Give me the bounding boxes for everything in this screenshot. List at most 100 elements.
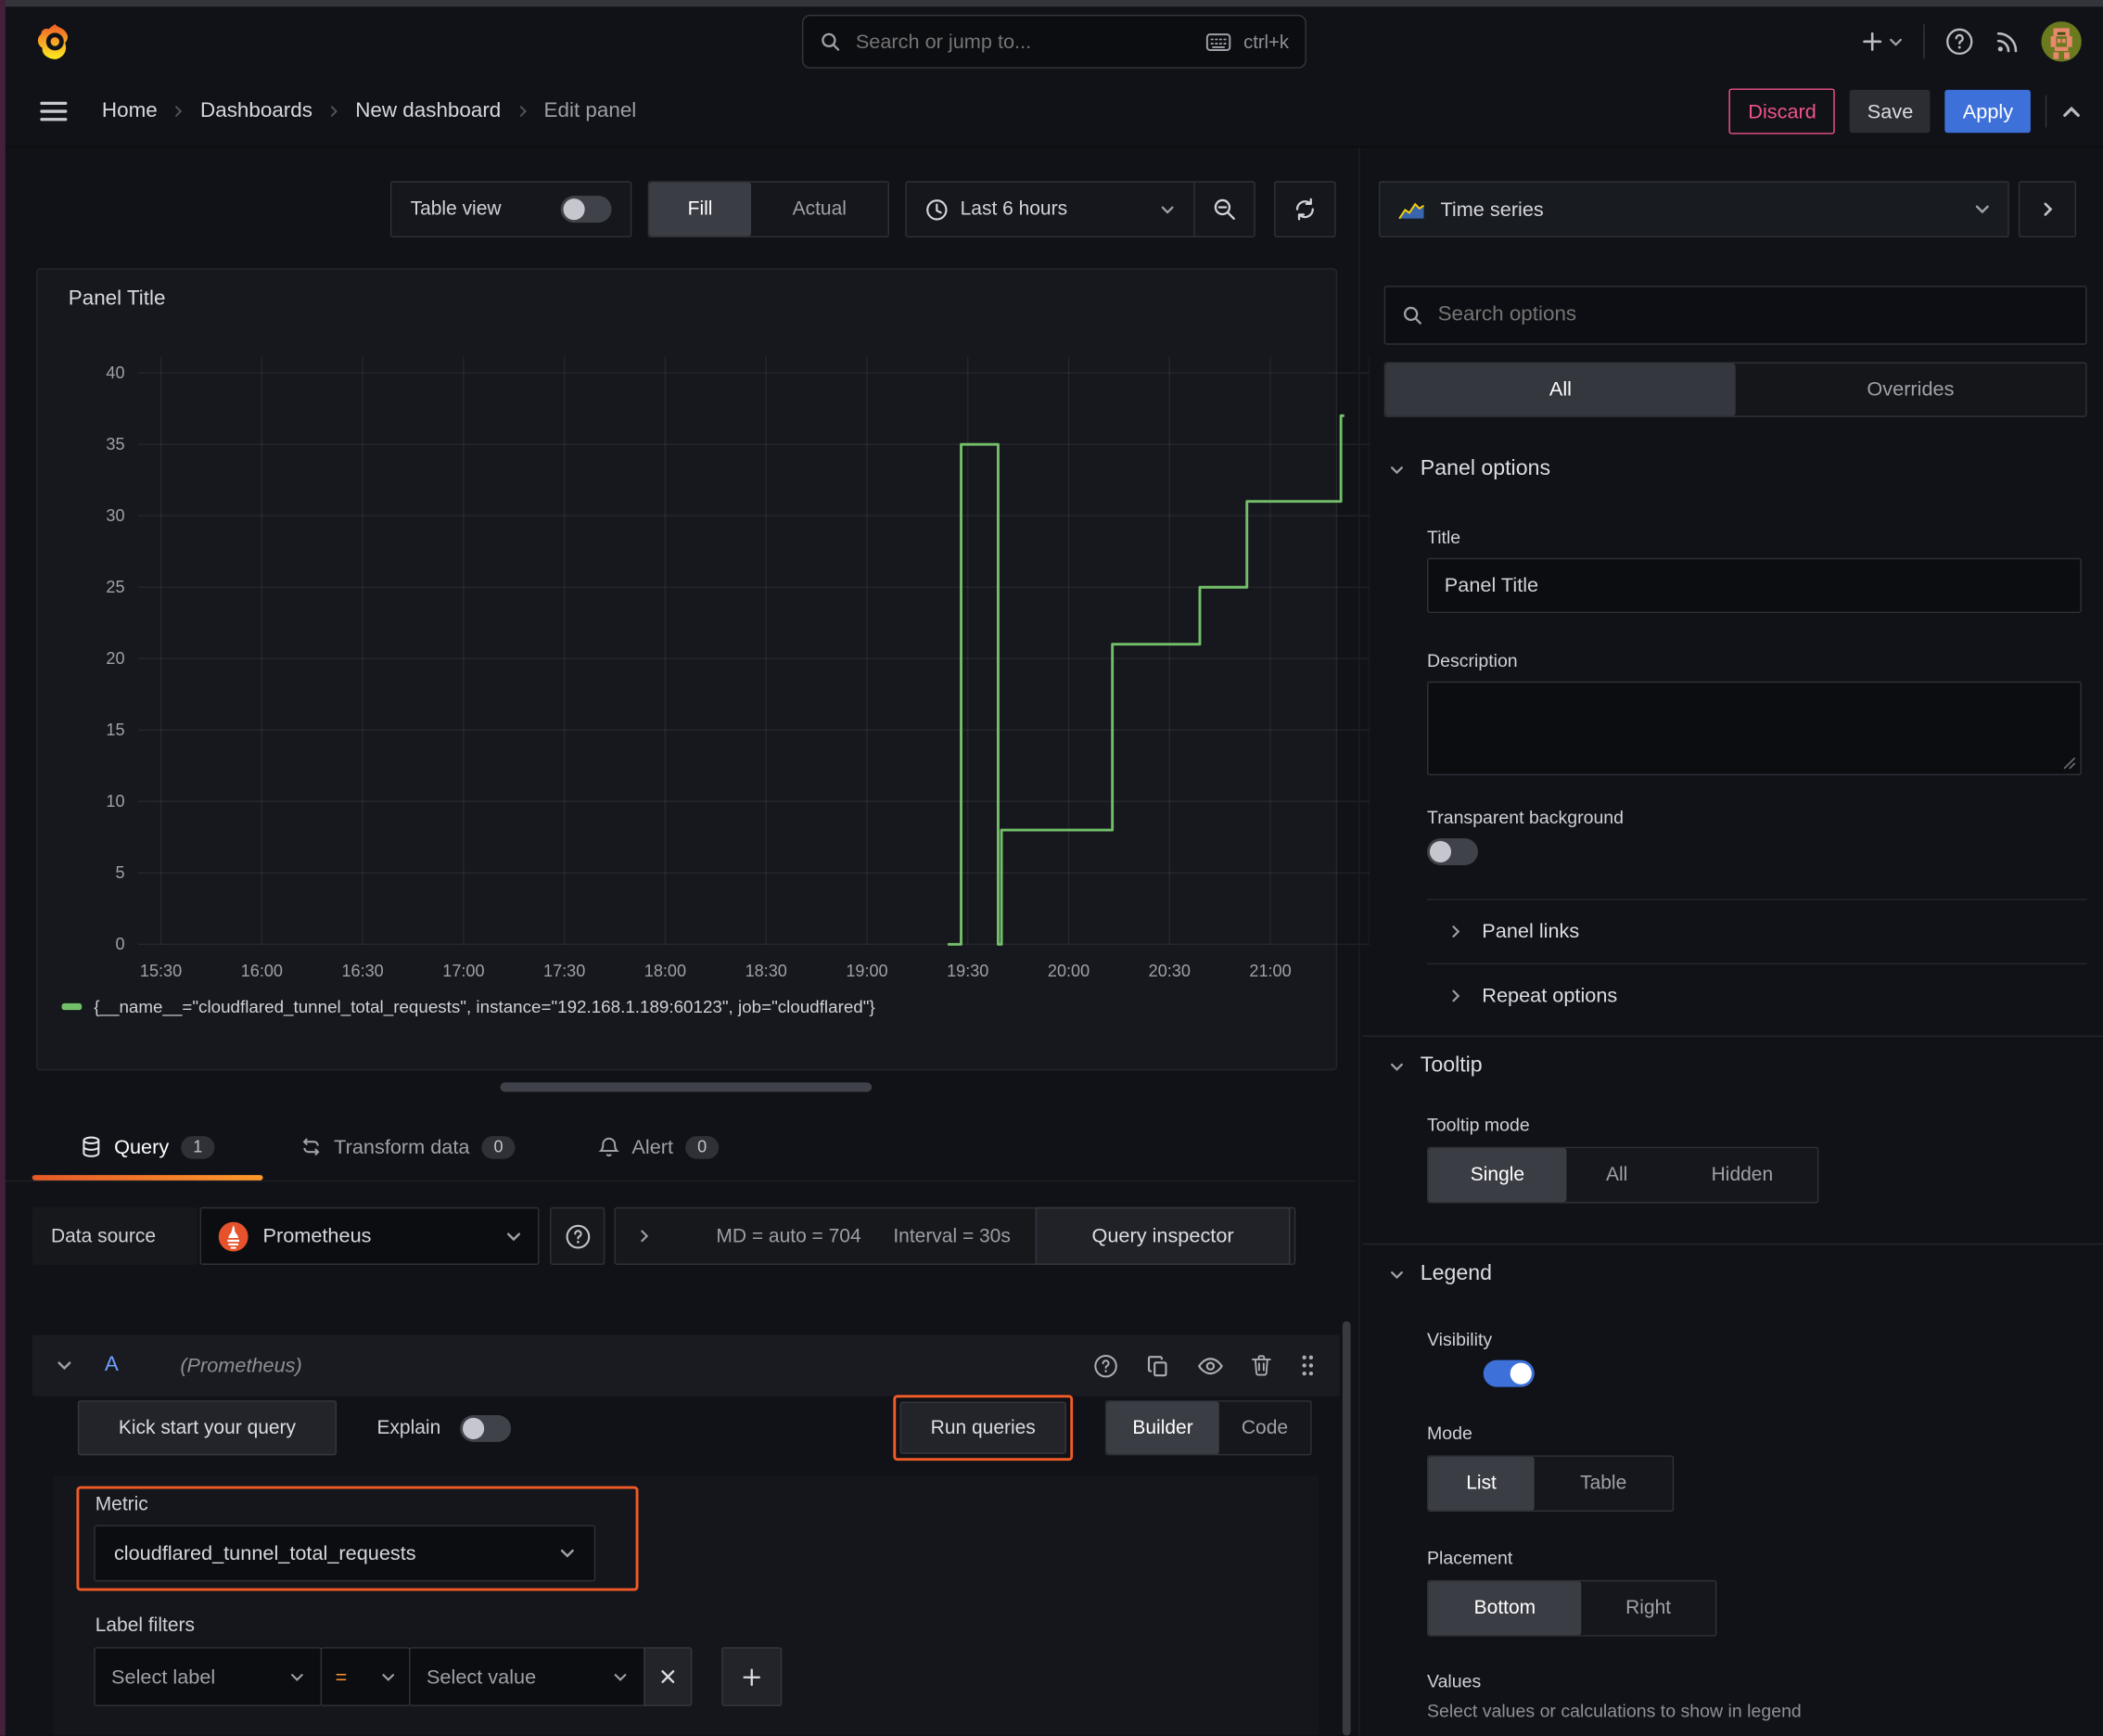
table-view-toggle[interactable] (560, 196, 612, 223)
options-search-input[interactable] (1434, 301, 2070, 329)
visualization-name: Time series (1440, 198, 1544, 221)
chevron-right-icon (2039, 201, 2055, 217)
select-label-dropdown[interactable]: Select label (94, 1647, 323, 1706)
help-button[interactable] (1944, 27, 1974, 57)
delete-query-icon[interactable] (1252, 1355, 1272, 1376)
section-divider (1362, 1243, 2103, 1245)
svg-text:10: 10 (106, 792, 124, 811)
placement-right-tab[interactable]: Right (1581, 1581, 1715, 1635)
breadcrumb-new-dashboard[interactable]: New dashboard (355, 99, 501, 123)
run-queries-button[interactable]: Run queries (899, 1401, 1066, 1454)
save-button[interactable]: Save (1850, 89, 1931, 134)
time-range-picker[interactable]: Last 6 hours (907, 198, 1194, 221)
panel-links-row[interactable]: Panel links (1448, 910, 1579, 952)
breadcrumb-dashboards[interactable]: Dashboards (200, 99, 312, 123)
operator-value: = (335, 1665, 348, 1689)
legend-label[interactable]: {__name__="cloudflared_tunnel_total_requ… (94, 997, 874, 1017)
query-help-icon[interactable] (1093, 1353, 1118, 1378)
repeat-options-row[interactable]: Repeat options (1448, 974, 1617, 1016)
kick-start-button[interactable]: Kick start your query (77, 1400, 338, 1456)
mode-list-tab[interactable]: List (1428, 1456, 1535, 1511)
tab-overrides[interactable]: Overrides (1736, 364, 2086, 415)
metric-select[interactable]: cloudflared_tunnel_total_requests (94, 1525, 596, 1582)
chevron-right-icon (1448, 988, 1463, 1002)
vertical-scrollbar[interactable] (1342, 1321, 1351, 1736)
tab-alert[interactable]: Alert 0 (598, 1114, 720, 1181)
query-inspector-button[interactable]: Query inspector (1035, 1206, 1291, 1265)
code-tab[interactable]: Code (1219, 1402, 1310, 1454)
options-search-box[interactable] (1383, 286, 2087, 345)
discard-button[interactable]: Discard (1729, 88, 1836, 134)
svg-text:15:30: 15:30 (140, 962, 182, 980)
select-value-dropdown[interactable]: Select value (409, 1647, 645, 1706)
window-top-edge (0, 0, 2103, 7)
tab-query[interactable]: Query 1 (32, 1114, 263, 1181)
placement-bottom-tab[interactable]: Bottom (1428, 1581, 1582, 1636)
time-range-group: Last 6 hours (905, 181, 1255, 238)
add-filter-button[interactable] (721, 1647, 783, 1706)
svg-text:20: 20 (106, 649, 124, 668)
datasource-help-button[interactable] (550, 1206, 605, 1265)
tooltip-hidden-tab[interactable]: Hidden (1667, 1148, 1817, 1202)
editor-tabs: Query 1 Transform data 0 Alert 0 (5, 1114, 1355, 1182)
collapse-pane-button[interactable] (2018, 181, 2077, 238)
description-textarea[interactable] (1426, 681, 2082, 776)
breadcrumb-home[interactable]: Home (102, 99, 158, 123)
breadcrumb-separator-icon (327, 105, 340, 118)
tab-all[interactable]: All (1385, 363, 1736, 416)
collapse-query-icon[interactable] (57, 1358, 72, 1373)
add-new-button[interactable] (1862, 31, 1904, 52)
query-ref-id[interactable]: A (105, 1353, 119, 1377)
remove-filter-button[interactable] (644, 1647, 693, 1706)
legend-header[interactable]: Legend (1389, 1262, 1492, 1286)
query-row-header[interactable]: A (Prometheus) (32, 1334, 1340, 1397)
visualization-picker[interactable]: Time series (1378, 181, 2009, 238)
tooltip-single-tab[interactable]: Single (1428, 1148, 1567, 1202)
collapse-options-icon[interactable] (2061, 101, 2082, 121)
zoom-out-button[interactable] (1195, 198, 1255, 222)
resize-handle-icon[interactable] (2063, 757, 2076, 770)
refresh-icon (1293, 198, 1317, 222)
chevron-down-icon (1889, 34, 1904, 49)
tab-transform-label: Transform data (334, 1135, 470, 1158)
tab-transform-data[interactable]: Transform data 0 (300, 1114, 516, 1181)
apply-button[interactable]: Apply (1944, 89, 2031, 134)
svg-text:21:00: 21:00 (1249, 962, 1291, 980)
tooltip-header[interactable]: Tooltip (1389, 1054, 1483, 1079)
title-input[interactable] (1426, 557, 2082, 614)
global-search-input[interactable] (852, 29, 1194, 55)
horizontal-scrollbar[interactable] (500, 1082, 873, 1092)
search-icon (1402, 304, 1423, 326)
fill-tab[interactable]: Fill (649, 182, 751, 236)
chevron-down-icon (381, 1669, 396, 1684)
mode-table-tab[interactable]: Table (1535, 1457, 1673, 1511)
toggle-visibility-icon[interactable] (1197, 1356, 1223, 1376)
actual-tab[interactable]: Actual (751, 183, 888, 236)
builder-tab[interactable]: Builder (1106, 1401, 1219, 1454)
transparent-background-toggle[interactable] (1426, 838, 1478, 865)
tooltip-all-tab[interactable]: All (1566, 1148, 1666, 1202)
prometheus-icon (217, 1220, 249, 1253)
svg-text:0: 0 (115, 935, 124, 953)
menu-icon[interactable] (40, 100, 68, 121)
news-icon[interactable] (1995, 28, 2021, 55)
options-divider (1426, 899, 2087, 900)
drag-handle-icon[interactable] (1300, 1353, 1316, 1377)
repeat-options-label: Repeat options (1482, 983, 1618, 1007)
legend-swatch[interactable] (61, 1002, 83, 1011)
alert-count-badge: 0 (685, 1135, 720, 1158)
time-series-chart[interactable]: 0 5 10 15 20 25 30 35 40 15:30 16:00 16:30 17:00 17:3… (48, 334, 1370, 998)
refresh-button[interactable] (1274, 181, 1336, 238)
legend-visibility-toggle[interactable] (1484, 1359, 1536, 1387)
duplicate-query-icon[interactable] (1147, 1354, 1170, 1377)
datasource-picker[interactable]: Prometheus (199, 1206, 540, 1265)
global-search-box[interactable]: ctrl+k (801, 14, 1306, 69)
grafana-logo[interactable] (35, 6, 75, 76)
active-tab-underline (32, 1175, 263, 1181)
explain-toggle[interactable] (459, 1414, 511, 1442)
operator-dropdown[interactable]: = (320, 1647, 411, 1706)
svg-text:17:30: 17:30 (543, 962, 585, 980)
avatar[interactable] (2041, 21, 2082, 62)
panel-title[interactable]: Panel Title (69, 287, 166, 312)
panel-options-header[interactable]: Panel options (1389, 457, 1550, 481)
